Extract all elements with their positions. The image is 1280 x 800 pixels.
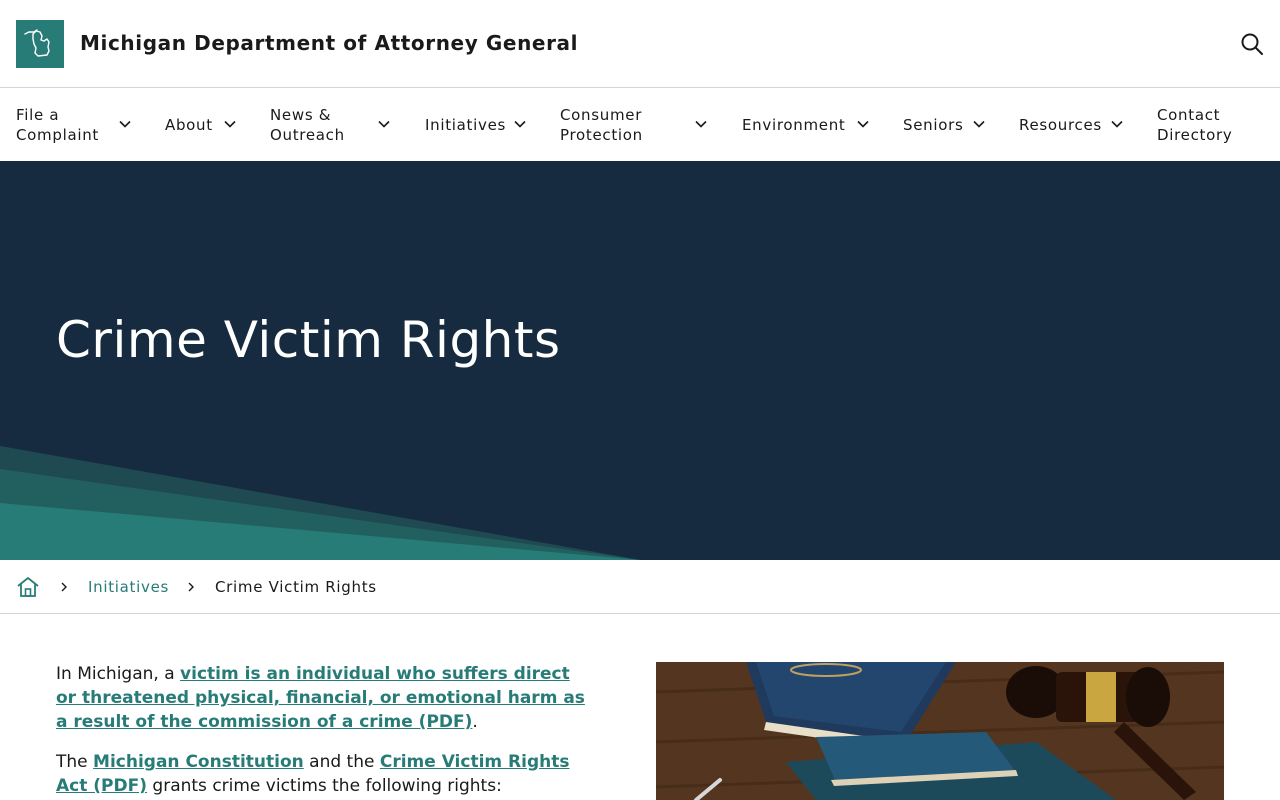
page-title: Crime Victim Rights <box>56 311 561 369</box>
chevron-down-icon <box>972 117 986 131</box>
nav-label: Initiatives <box>425 116 507 134</box>
nav-label: Resources <box>1019 116 1102 134</box>
chevron-down-icon <box>118 117 132 131</box>
hero-banner: Crime Victim Rights <box>0 161 1280 560</box>
site-title[interactable]: Michigan Department of Attorney General <box>80 31 578 55</box>
chevron-down-icon <box>1110 117 1124 131</box>
nav-label: Environment <box>742 116 846 134</box>
chevron-down-icon <box>377 117 391 131</box>
chevron-right-icon <box>58 580 70 594</box>
nav-item-contact-directory[interactable]: Contact Directory <box>1157 89 1267 161</box>
nav-label: News & Outreach <box>270 106 345 144</box>
nav-label: About <box>165 116 213 134</box>
breadcrumb-link-initiatives[interactable]: Initiatives <box>88 578 169 596</box>
main-content: In Michigan, a victim is an individual w… <box>56 662 586 800</box>
rights-paragraph: The Michigan Constitution and the Crime … <box>56 752 570 796</box>
home-icon[interactable] <box>16 576 40 598</box>
gavel-and-books-photo <box>656 662 1224 800</box>
chevron-down-icon <box>223 117 237 131</box>
michigan-state-icon[interactable] <box>16 20 64 68</box>
nav-label: Contact Directory <box>1157 106 1233 144</box>
nav-item-seniors[interactable]: Seniors <box>903 89 993 161</box>
nav-item-resources[interactable]: Resources <box>1019 89 1134 161</box>
main-navigation: File a Complaint About News & Outreach Ini… <box>0 89 1280 161</box>
breadcrumb-current: Crime Victim Rights <box>215 578 377 596</box>
nav-label: Consumer Protection <box>560 106 643 144</box>
michigan-constitution-link[interactable]: Michigan Constitution <box>93 752 304 772</box>
intro-paragraph: In Michigan, a victim is an individual w… <box>56 664 585 732</box>
chevron-down-icon <box>856 117 870 131</box>
nav-item-initiatives[interactable]: Initiatives <box>425 89 535 161</box>
nav-item-news-outreach[interactable]: News & Outreach <box>270 89 400 161</box>
nav-item-about[interactable]: About <box>165 89 245 161</box>
breadcrumb: Initiatives Crime Victim Rights <box>0 560 1280 614</box>
nav-label: Seniors <box>903 116 964 134</box>
chevron-down-icon <box>513 117 527 131</box>
site-header: Michigan Department of Attorney General <box>0 0 1280 88</box>
chevron-down-icon <box>694 117 708 131</box>
nav-label: File a Complaint <box>16 106 99 144</box>
chevron-right-icon <box>185 580 197 594</box>
search-icon[interactable] <box>1238 30 1266 58</box>
nav-item-consumer-protection[interactable]: Consumer Protection <box>560 89 715 161</box>
nav-item-environment[interactable]: Environment <box>742 89 877 161</box>
nav-item-file-a-complaint[interactable]: File a Complaint <box>16 89 136 161</box>
